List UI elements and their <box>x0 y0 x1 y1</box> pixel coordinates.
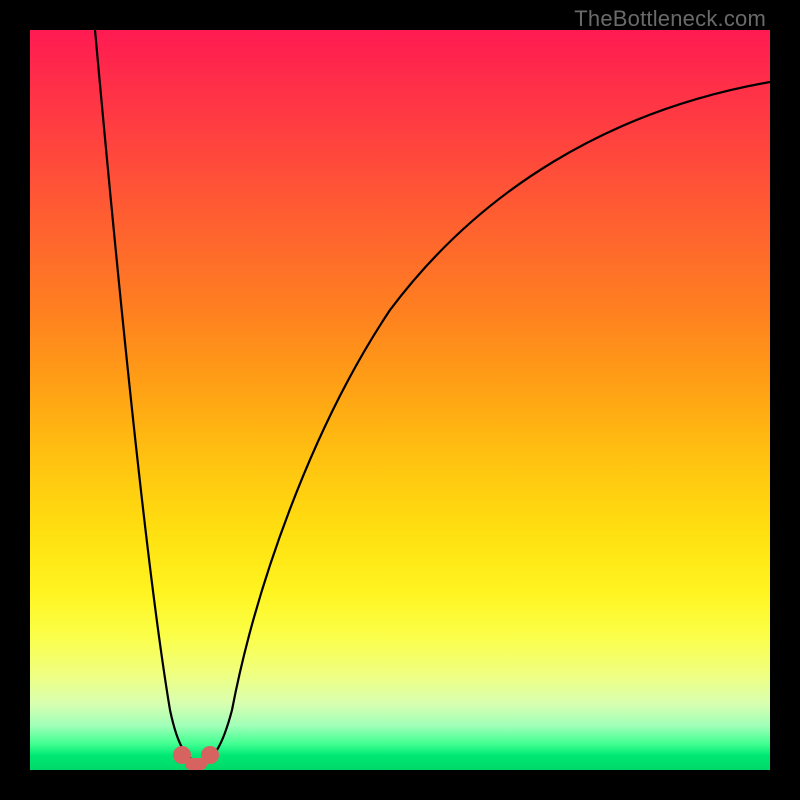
watermark-text: TheBottleneck.com <box>574 6 766 32</box>
marker-left <box>173 746 191 764</box>
marker-right <box>201 746 219 764</box>
chart-svg <box>30 30 770 770</box>
plot-area <box>30 30 770 770</box>
bottleneck-curve <box>95 30 770 762</box>
